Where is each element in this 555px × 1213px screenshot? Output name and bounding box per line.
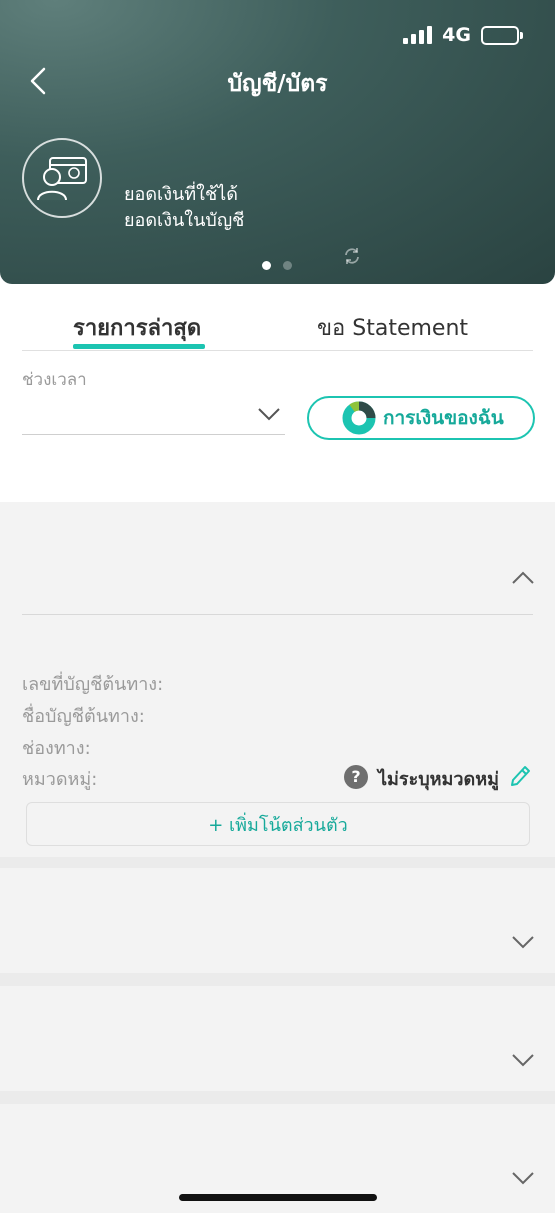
status-bar: 4G xyxy=(403,24,523,46)
donut-chart-icon xyxy=(342,401,376,435)
active-tab-indicator xyxy=(73,344,205,349)
carousel-dot[interactable] xyxy=(262,261,271,270)
home-indicator[interactable] xyxy=(179,1194,377,1201)
my-money-button[interactable]: การเงินของฉัน xyxy=(307,396,535,440)
page-title: บัญชี/บัตร xyxy=(227,71,328,97)
chevron-up-icon[interactable] xyxy=(511,570,535,586)
question-icon[interactable]: ? xyxy=(344,765,368,789)
source-account-number-label: เลขที่บัญชีต้นทาง: xyxy=(22,674,164,695)
divider xyxy=(22,614,533,615)
category-label: หมวดหมู่: xyxy=(22,769,98,790)
chevron-down-icon[interactable] xyxy=(511,1052,535,1068)
add-note-button[interactable]: + เพิ่มโน้ตส่วนตัว xyxy=(26,802,530,846)
tab-recent-transactions[interactable]: รายการล่าสุด xyxy=(73,310,201,345)
chevron-down-icon xyxy=(258,408,280,421)
category-value[interactable]: ไม่ระบุหมวดหมู่ xyxy=(378,764,499,793)
account-balance-label: ยอดเงินในบัญชี xyxy=(124,210,245,231)
period-label: ช่วงเวลา xyxy=(22,370,87,390)
chevron-down-icon[interactable] xyxy=(511,934,535,950)
available-balance-label: ยอดเงินที่ใช้ได้ xyxy=(124,184,238,205)
pencil-icon[interactable] xyxy=(508,763,532,789)
chevron-down-icon[interactable] xyxy=(511,1170,535,1186)
transaction-card[interactable] xyxy=(0,868,555,973)
carousel-indicator xyxy=(262,261,292,270)
network-type: 4G xyxy=(442,24,471,46)
balance-labels: ยอดเงินที่ใช้ได้ ยอดเงินในบัญชี xyxy=(124,182,244,234)
my-money-label: การเงินของฉัน xyxy=(383,407,504,429)
refresh-icon[interactable] xyxy=(342,246,362,266)
tab-bar: รายการล่าสุด ขอ Statement xyxy=(22,300,533,351)
period-dropdown[interactable] xyxy=(22,398,285,435)
channel-label: ช่องทาง: xyxy=(22,738,91,759)
carousel-dot[interactable] xyxy=(283,261,292,270)
account-header: 4G บัญชี/บัตร ยอดเงินที่ใช้ได้ ยอดเงินใน… xyxy=(0,0,555,284)
source-account-name-label: ชื่อบัญชีต้นทาง: xyxy=(22,706,145,727)
account-card-icon xyxy=(22,138,102,218)
battery-icon xyxy=(481,25,523,45)
transaction-card[interactable] xyxy=(0,986,555,1091)
signal-icon xyxy=(403,26,433,44)
tab-request-statement[interactable]: ขอ Statement xyxy=(317,310,468,345)
